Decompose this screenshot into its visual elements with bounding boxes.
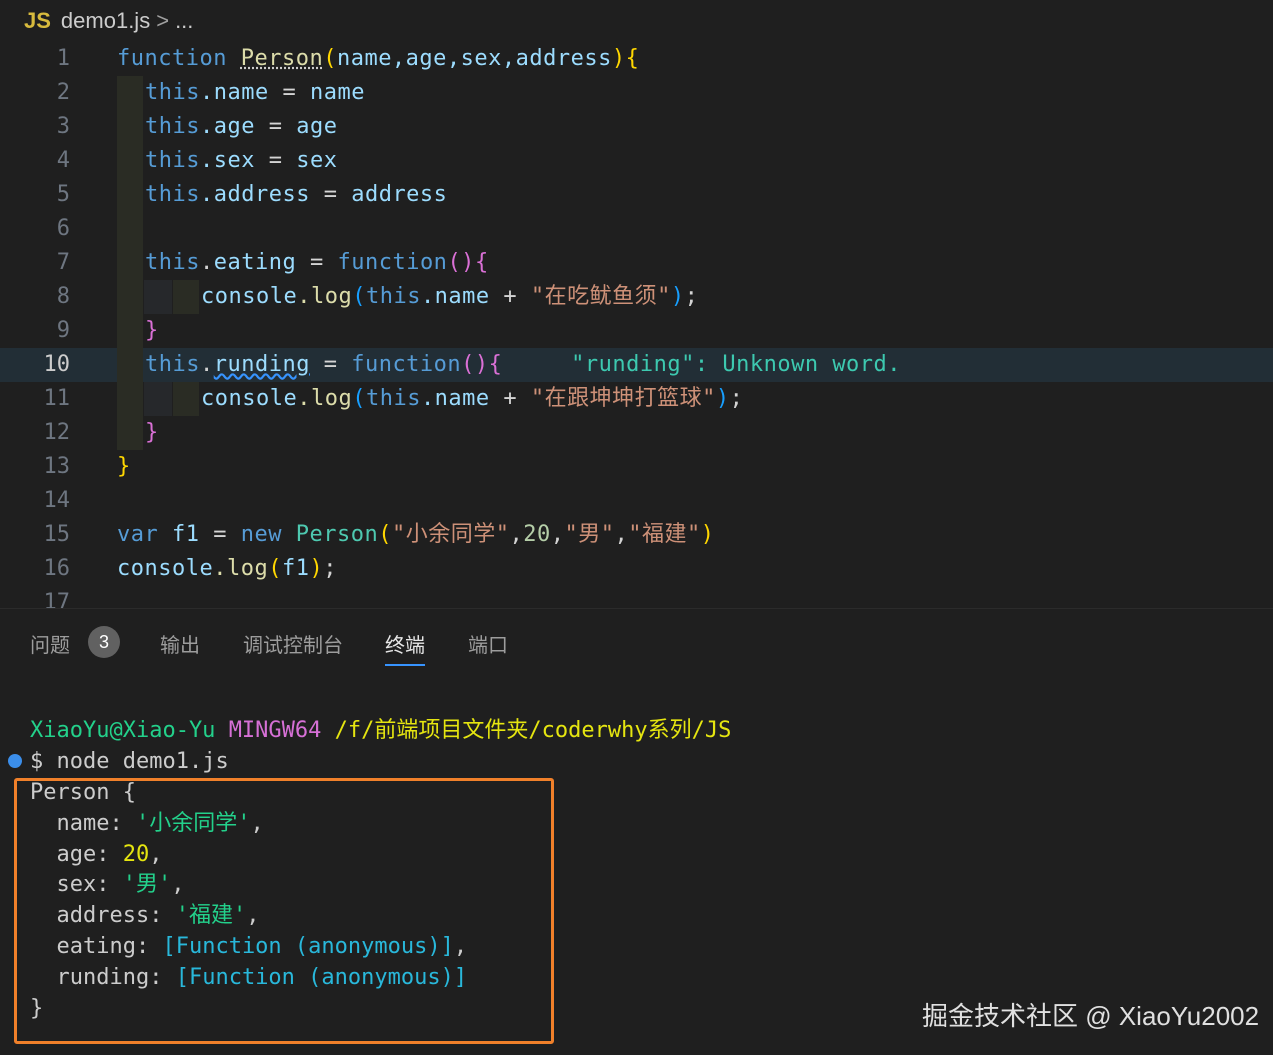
line-number: 11 (43, 386, 71, 411)
code-line: 4 this.sex = sex (0, 144, 1273, 178)
indent-guide (173, 382, 199, 416)
code-editor[interactable]: 1 function Person(name,age,sex,address){… (0, 42, 1273, 608)
line-number: 7 (56, 250, 70, 275)
command-status-dot-icon[interactable] (8, 754, 22, 768)
output-highlight-box (14, 778, 554, 1044)
problems-count-badge: 3 (88, 626, 120, 658)
indent-guide (117, 178, 143, 212)
tab-output[interactable]: 输出 (160, 629, 200, 658)
indent-guide (117, 144, 143, 178)
line-number: 16 (43, 556, 71, 581)
line-number: 17 (43, 590, 71, 608)
code-line-current: 10 this.runding = function(){ "runding":… (0, 348, 1273, 382)
chevron-right-icon: > (156, 8, 170, 33)
code-text: this.runding = function(){ "runding": Un… (145, 352, 902, 377)
code-text: } (145, 420, 159, 445)
code-line: 13 } (0, 450, 1273, 484)
spell-check-hint: "runding": Unknown word. (571, 352, 902, 377)
code-text: console.log(this.name + "在跟坤坤打篮球"); (201, 386, 744, 411)
breadcrumb: JS demo1.js >... (24, 8, 193, 34)
code-line: 16 console.log(f1); (0, 552, 1273, 586)
code-line: 7 this.eating = function(){ (0, 246, 1273, 280)
code-text: var f1 = new Person("小余同学",20,"男","福建") (117, 522, 715, 547)
breadcrumb-bar: JS demo1.js >... (0, 0, 1273, 42)
line-number: 4 (56, 148, 70, 173)
line-number: 8 (56, 284, 70, 309)
tab-ports[interactable]: 端口 (468, 629, 508, 658)
code-text: console.log(this.name + "在吃鱿鱼须"); (201, 284, 699, 309)
code-line: 6 (0, 212, 1273, 246)
code-line: 3 this.age = age (0, 110, 1273, 144)
indent-guide (117, 348, 143, 382)
indent-guide (117, 110, 143, 144)
line-number: 9 (56, 318, 70, 343)
code-text: function Person(name,age,sex,address){ (117, 46, 640, 71)
code-line: 14 (0, 484, 1273, 518)
code-text: } (145, 318, 159, 343)
code-line: 9 } (0, 314, 1273, 348)
tab-debug-console[interactable]: 调试控制台 (243, 629, 343, 658)
indent-guide (117, 76, 143, 110)
code-line: 8 console.log(this.name + "在吃鱿鱼须"); (0, 280, 1273, 314)
code-line: 5 this.address = address (0, 178, 1273, 212)
js-file-icon: JS (24, 8, 51, 33)
code-text: console.log(f1); (117, 556, 337, 581)
code-line: 17 (0, 586, 1273, 608)
indent-guide (117, 314, 143, 348)
line-number: 5 (56, 182, 70, 207)
panel-tabs: 问题 3 输出 调试控制台 终端 端口 (0, 609, 1273, 669)
terminal-command-line: $ node demo1.js (30, 749, 229, 774)
code-line: 2 this.name = name (0, 76, 1273, 110)
code-line: 1 function Person(name,age,sex,address){ (0, 42, 1273, 76)
indent-guide (144, 382, 172, 416)
line-number: 14 (43, 488, 71, 513)
line-number: 13 (43, 454, 71, 479)
code-line: 15 var f1 = new Person("小余同学",20,"男","福建… (0, 518, 1273, 552)
indent-guide (117, 246, 143, 280)
breadcrumb-file[interactable]: demo1.js (61, 8, 150, 33)
line-number: 15 (43, 522, 71, 547)
code-text: this.name = name (145, 80, 365, 105)
tab-terminal[interactable]: 终端 (385, 629, 425, 666)
line-number: 6 (56, 216, 70, 241)
indent-guide (117, 416, 143, 450)
code-text: } (117, 454, 131, 479)
terminal-prompt-line: XiaoYu@Xiao-Yu MINGW64 /f/前端项目文件夹/coderw… (30, 718, 732, 743)
line-number: 2 (56, 80, 70, 105)
line-number: 12 (43, 420, 71, 445)
tab-problems[interactable]: 问题 (30, 629, 70, 658)
code-line: 11 console.log(this.name + "在跟坤坤打篮球"); (0, 382, 1273, 416)
code-text: this.address = address (145, 182, 448, 207)
indent-guide (144, 280, 172, 314)
indent-guide (117, 280, 143, 314)
line-number: 1 (56, 46, 70, 71)
watermark: 掘金技术社区 @ XiaoYu2002 (922, 1001, 1260, 1031)
code-line: 12 } (0, 416, 1273, 450)
indent-guide (117, 382, 143, 416)
line-number: 10 (43, 352, 71, 377)
indent-guide (117, 212, 143, 246)
code-text: this.age = age (145, 114, 338, 139)
code-text: this.eating = function(){ (145, 250, 489, 275)
code-text: this.sex = sex (145, 148, 338, 173)
indent-guide (173, 280, 199, 314)
line-number: 3 (56, 114, 70, 139)
breadcrumb-more[interactable]: ... (175, 8, 193, 33)
